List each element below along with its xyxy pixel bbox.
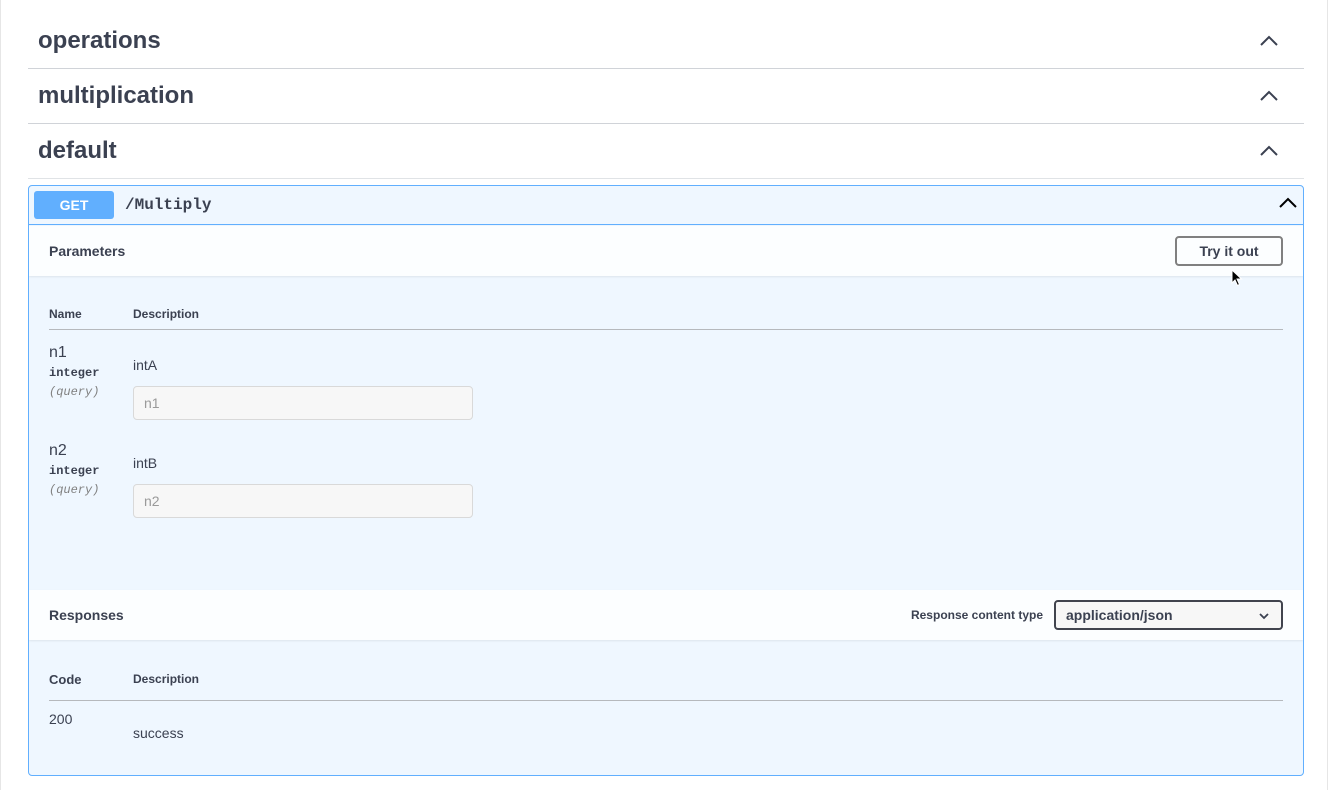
mouse-pointer-icon — [1231, 268, 1243, 292]
tag-multiplication[interactable]: multiplication — [28, 69, 1304, 124]
method-badge: GET — [34, 191, 114, 219]
parameter-type: integer — [49, 366, 100, 380]
responses-title: Responses — [49, 607, 124, 623]
try-it-out-button[interactable]: Try it out — [1175, 236, 1283, 266]
parameter-description: intB — [133, 455, 158, 471]
chevron-up-icon[interactable] — [1260, 87, 1278, 105]
parameter-description: intA — [133, 357, 158, 373]
column-header-description: Description — [133, 307, 200, 321]
response-content-type-select[interactable]: application/json — [1054, 600, 1283, 630]
operation-summary[interactable]: GET /Multiply — [29, 186, 1303, 225]
parameter-location: (query) — [49, 385, 100, 399]
response-description: success — [133, 725, 184, 741]
operation-block-get-multiply: GET /Multiply Parameters Try it out Name… — [28, 185, 1304, 776]
parameters-title: Parameters — [49, 243, 126, 259]
parameter-row: n1 integer (query) intA — [49, 344, 1283, 434]
parameter-name: n1 — [49, 344, 67, 361]
column-header-code: Code — [49, 672, 82, 687]
tag-default[interactable]: default — [28, 124, 1304, 179]
responses-table-header: Code Description — [49, 672, 1283, 701]
tag-title-default: default — [38, 137, 117, 164]
parameter-input-n1[interactable] — [133, 386, 473, 420]
tag-title-operations: operations — [38, 27, 161, 54]
parameter-type: integer — [49, 464, 100, 478]
chevron-up-icon[interactable] — [1260, 142, 1278, 160]
parameter-location: (query) — [49, 483, 100, 497]
response-content-type-value: application/json — [1066, 607, 1173, 623]
response-content-type-group: Response content type application/json — [911, 600, 1303, 630]
parameter-input-n2[interactable] — [133, 484, 473, 518]
tag-operations[interactable]: operations — [28, 14, 1304, 69]
column-header-description: Description — [133, 672, 200, 686]
parameters-header: Parameters Try it out — [29, 226, 1303, 276]
response-content-type-label: Response content type — [910, 608, 1043, 622]
parameter-name: n2 — [49, 442, 67, 459]
operation-path: /Multiply — [125, 196, 212, 214]
chevron-down-icon — [1259, 607, 1269, 623]
parameter-row: n2 integer (query) intB — [49, 442, 1283, 532]
parameters-table-header: Name Description — [49, 307, 1283, 330]
chevron-up-icon[interactable] — [1260, 32, 1278, 50]
response-code: 200 — [49, 711, 73, 727]
tag-title-multiplication: multiplication — [38, 82, 194, 109]
responses-header: Responses Response content type applicat… — [29, 590, 1303, 640]
chevron-up-icon[interactable] — [1279, 196, 1297, 214]
swagger-page: operations multiplication default GET /M… — [0, 0, 1328, 790]
column-header-name: Name — [49, 307, 82, 321]
